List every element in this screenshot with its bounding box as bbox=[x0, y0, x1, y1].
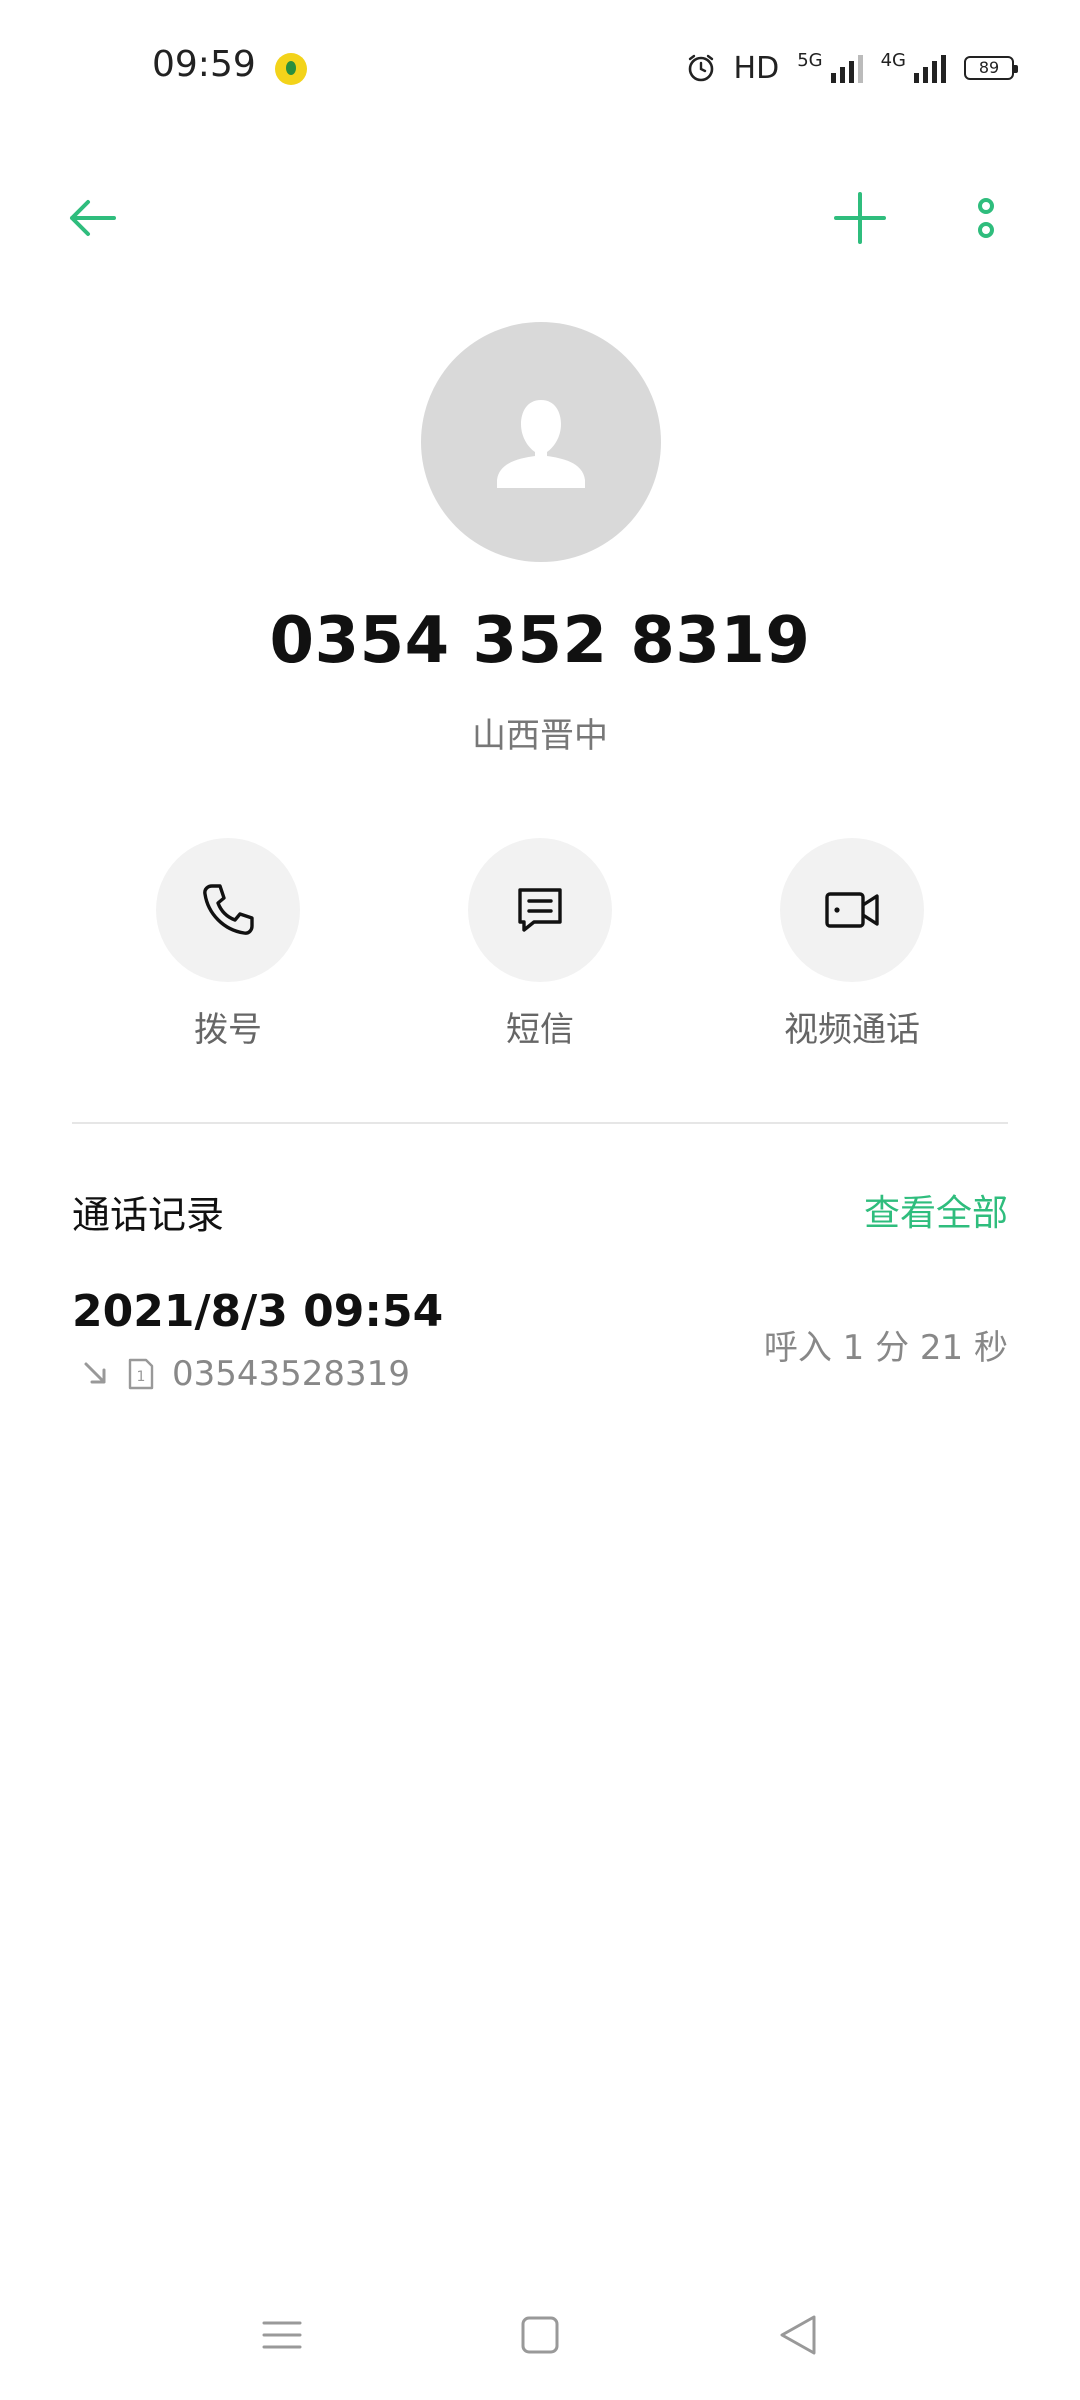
contact-detail-screen: 09:59 HD 5G 4G 89 0354 352 8319 山西晋中 拨号 … bbox=[0, 0, 1080, 2400]
video-call-icon bbox=[825, 892, 879, 928]
back-arrow-icon bbox=[70, 200, 116, 236]
message-icon bbox=[518, 888, 562, 932]
add-contact-button[interactable] bbox=[810, 168, 910, 268]
sim-number: 1 bbox=[137, 1369, 146, 1385]
person-icon bbox=[497, 400, 585, 488]
contact-location: 山西晋中 bbox=[472, 716, 608, 756]
call-number: 03543528319 bbox=[172, 1354, 410, 1394]
call-button[interactable]: 拨号 bbox=[108, 838, 348, 1051]
home-button[interactable] bbox=[500, 2300, 580, 2370]
more-options-button[interactable] bbox=[936, 168, 1036, 268]
call-details: 1 03543528319 bbox=[82, 1354, 410, 1394]
incoming-arrow-icon bbox=[84, 1362, 106, 1384]
status-time: 09:59 bbox=[152, 44, 256, 85]
contact-phone-number: 0354 352 8319 bbox=[269, 604, 811, 678]
app-notification-icon bbox=[275, 53, 307, 85]
status-icons: HD 5G 4G 89 bbox=[686, 46, 1018, 90]
signal-icon-2 bbox=[914, 53, 946, 83]
home-icon bbox=[521, 2316, 559, 2354]
avatar bbox=[421, 322, 661, 562]
menu-icon bbox=[262, 2321, 302, 2349]
phone-icon bbox=[203, 884, 254, 935]
video-call-label: 视频通话 bbox=[784, 1010, 920, 1050]
divider bbox=[72, 1122, 1008, 1124]
call-log-header: 通话记录 查看全部 bbox=[72, 1180, 1008, 1240]
video-call-button[interactable]: 视频通话 bbox=[732, 838, 972, 1051]
recent-apps-button[interactable] bbox=[242, 2300, 322, 2370]
status-bar: 09:59 HD 5G 4G 89 bbox=[0, 0, 1080, 136]
call-log-title: 通话记录 bbox=[72, 1193, 225, 1237]
back-icon bbox=[780, 2315, 816, 2355]
call-type-duration: 呼入 1 分 21 秒 bbox=[763, 1328, 1008, 1368]
hd-indicator: HD bbox=[733, 50, 780, 86]
more-icon bbox=[978, 198, 994, 238]
back-button[interactable] bbox=[42, 168, 142, 268]
call-log-entry[interactable]: 2021/8/3 09:54 1 03543528319 呼入 1 分 21 秒 bbox=[72, 1286, 1008, 1406]
signal-icon bbox=[830, 53, 863, 83]
video-call-button-circle[interactable] bbox=[780, 838, 924, 982]
call-datetime: 2021/8/3 09:54 bbox=[72, 1286, 444, 1337]
sim-card-icon: 1 bbox=[128, 1358, 154, 1390]
sms-button-circle[interactable] bbox=[468, 838, 612, 982]
call-label: 拨号 bbox=[194, 1010, 262, 1050]
view-all-link[interactable]: 查看全部 bbox=[864, 1184, 1008, 1236]
call-button-circle[interactable] bbox=[156, 838, 300, 982]
toolbar bbox=[0, 168, 1080, 268]
network-4g-label: 4G bbox=[880, 49, 906, 71]
contact-actions: 拨号 短信 视频通话 bbox=[0, 838, 1080, 1058]
add-icon bbox=[834, 192, 886, 244]
navigation-bar bbox=[0, 2300, 1080, 2370]
sms-label: 短信 bbox=[506, 1010, 574, 1050]
alarm-icon bbox=[688, 54, 713, 82]
sms-button[interactable]: 短信 bbox=[420, 838, 660, 1051]
battery-icon: 89 bbox=[964, 56, 1018, 80]
nav-back-button[interactable] bbox=[758, 2300, 838, 2370]
network-5g-label: 5G bbox=[797, 49, 823, 71]
